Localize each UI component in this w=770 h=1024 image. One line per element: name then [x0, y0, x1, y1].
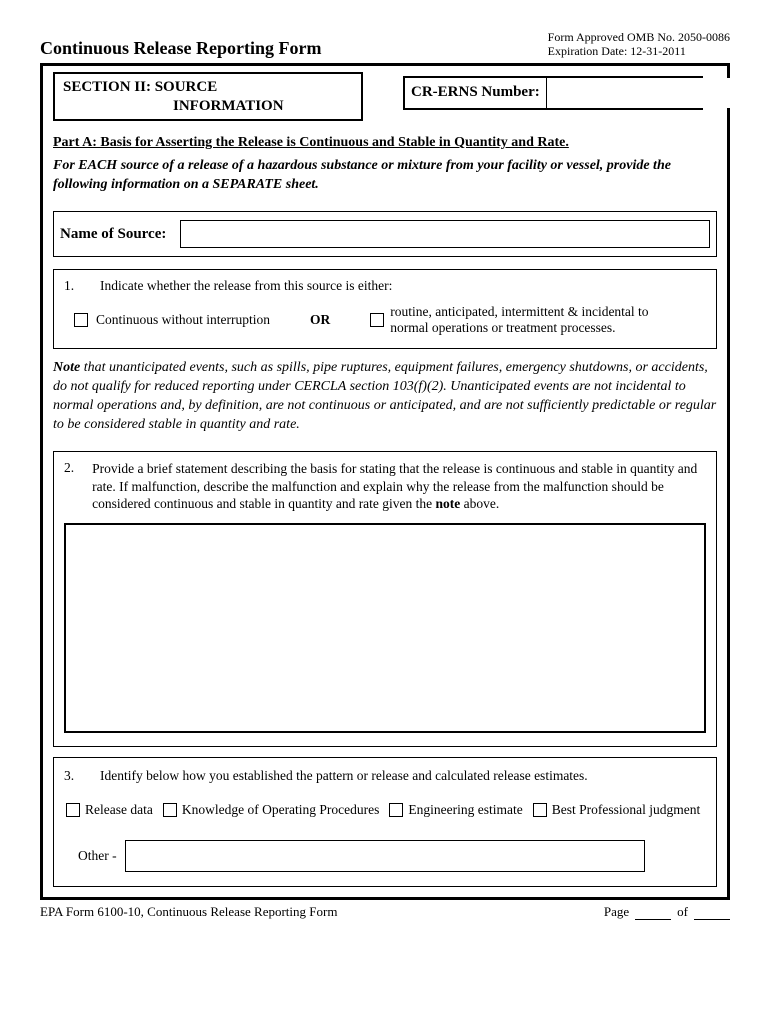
question-1-prompt: 1. Indicate whether the release from thi…: [64, 278, 706, 294]
q3-number: 3.: [64, 768, 82, 784]
q2-text: Provide a brief statement describing the…: [92, 460, 706, 513]
doc-header: Continuous Release Reporting Form Form A…: [40, 30, 730, 59]
q3-opt4-label: Best Professional judgment: [552, 802, 701, 818]
q2-number: 2.: [64, 460, 74, 513]
q1-or: OR: [310, 312, 330, 328]
q3-checkbox-knowledge[interactable]: [163, 803, 177, 817]
q3-opt-release-data: Release data: [66, 802, 153, 818]
q3-opt-engineering: Engineering estimate: [389, 802, 522, 818]
q3-opt1-label: Release data: [85, 802, 153, 818]
note-paragraph: Note that unanticipated events, such as …: [53, 359, 717, 435]
section-line2: INFORMATION: [63, 97, 353, 116]
q3-checkbox-professional[interactable]: [533, 803, 547, 817]
part-a-heading: Part A: Basis for Asserting the Release …: [53, 135, 717, 151]
page-total-slot[interactable]: [694, 906, 730, 920]
source-name-row: Name of Source:: [53, 211, 717, 257]
note-lead: Note: [53, 360, 80, 375]
footer-form-id: EPA Form 6100-10, Continuous Release Rep…: [40, 904, 337, 920]
crerns-input[interactable]: [546, 78, 733, 108]
q2-text-b: above.: [460, 496, 499, 511]
q1-choices: Continuous without interruption OR routi…: [64, 304, 706, 336]
omb-number: Form Approved OMB No. 2050-0086: [548, 30, 730, 44]
q1-option2-wrap: routine, anticipated, intermittent & inc…: [370, 304, 660, 336]
part-a-instruction: For EACH source of a release of a hazard…: [53, 157, 717, 195]
of-label: of: [677, 904, 688, 920]
q3-checkbox-release-data[interactable]: [66, 803, 80, 817]
q3-other-row: Other -: [78, 840, 706, 872]
q3-other-label: Other -: [78, 848, 117, 864]
question-1-box: 1. Indicate whether the release from thi…: [53, 269, 717, 349]
page-current-slot[interactable]: [635, 906, 671, 920]
q3-opt2-label: Knowledge of Operating Procedures: [182, 802, 380, 818]
q2-text-a: Provide a brief statement describing the…: [92, 461, 697, 511]
form-title: Continuous Release Reporting Form: [40, 38, 322, 59]
approval-block: Form Approved OMB No. 2050-0086 Expirati…: [548, 30, 730, 59]
question-2-prompt: 2. Provide a brief statement describing …: [64, 460, 706, 513]
question-2-box: 2. Provide a brief statement describing …: [53, 451, 717, 747]
q3-text: Identify below how you established the p…: [100, 768, 588, 784]
source-name-input[interactable]: [180, 220, 710, 248]
section-line1: SECTION II: SOURCE: [63, 78, 353, 97]
q3-options-row: Release data Knowledge of Operating Proc…: [66, 802, 706, 818]
page-label: Page: [604, 904, 629, 920]
q3-opt-professional: Best Professional judgment: [533, 802, 701, 818]
expiration-date: Expiration Date: 12-31-2011: [548, 44, 730, 58]
section-header-row: SECTION II: SOURCE INFORMATION CR-ERNS N…: [53, 72, 717, 122]
footer: EPA Form 6100-10, Continuous Release Rep…: [40, 904, 730, 920]
q3-opt3-label: Engineering estimate: [408, 802, 522, 818]
section-title-box: SECTION II: SOURCE INFORMATION: [53, 72, 363, 122]
q1-checkbox-continuous[interactable]: [74, 313, 88, 327]
q3-opt-knowledge: Knowledge of Operating Procedures: [163, 802, 380, 818]
q2-textarea[interactable]: [64, 523, 706, 733]
crerns-label: CR-ERNS Number:: [405, 84, 546, 101]
q1-option2-label: routine, anticipated, intermittent & inc…: [390, 304, 660, 336]
source-name-label: Name of Source:: [60, 226, 166, 243]
q3-checkbox-engineering[interactable]: [389, 803, 403, 817]
question-3-box: 3. Identify below how you established th…: [53, 757, 717, 887]
q2-note-word: note: [436, 496, 461, 511]
q1-number: 1.: [64, 278, 82, 294]
crerns-box: CR-ERNS Number:: [403, 76, 703, 110]
q1-option1-label: Continuous without interruption: [96, 312, 270, 328]
q3-other-input[interactable]: [125, 840, 645, 872]
form-frame: SECTION II: SOURCE INFORMATION CR-ERNS N…: [40, 63, 730, 900]
question-3-prompt: 3. Identify below how you established th…: [64, 768, 706, 784]
q1-checkbox-routine[interactable]: [370, 313, 384, 327]
q1-text: Indicate whether the release from this s…: [100, 278, 392, 294]
note-body: that unanticipated events, such as spill…: [53, 360, 716, 432]
page-block: Page of: [604, 904, 730, 920]
